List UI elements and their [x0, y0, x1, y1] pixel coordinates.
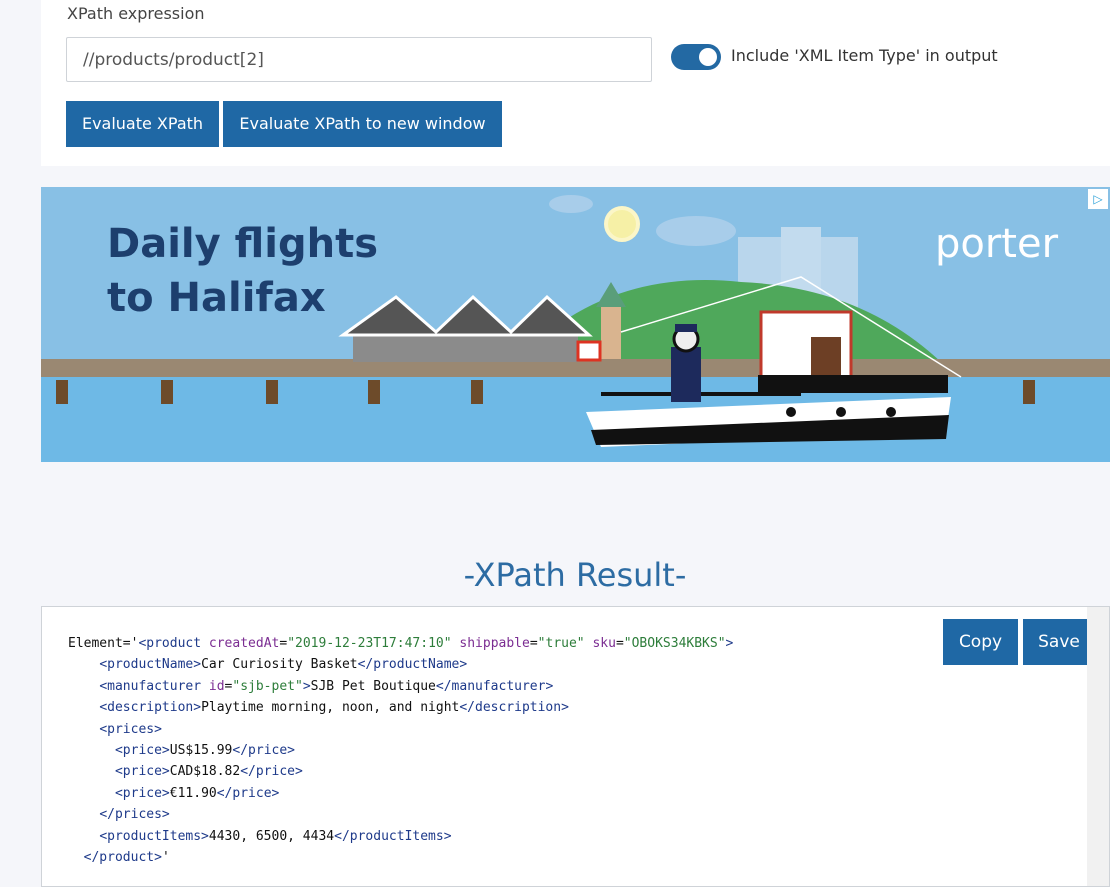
code-line: <price>€11.90</price> — [68, 783, 733, 804]
ad-headline-line1: Daily flights — [107, 221, 379, 267]
code-token: </productName> — [357, 657, 468, 673]
result-scrollbar[interactable] — [1087, 607, 1109, 886]
code-token: </product> — [83, 850, 162, 866]
code-token: €11.90 — [169, 785, 217, 801]
advertisement-banner[interactable]: ▷ Daily flights to Halifax porter — [41, 187, 1110, 462]
code-token: </description> — [459, 700, 569, 716]
evaluate-xpath-button[interactable]: Evaluate XPath — [66, 101, 219, 147]
toggle-knob — [699, 48, 717, 66]
include-item-type-toggle[interactable] — [671, 44, 721, 70]
ad-brand-logo: porter — [935, 221, 1059, 267]
code-token: </price> — [216, 785, 280, 801]
code-token: SJB Pet Boutique — [310, 678, 436, 694]
code-token: <productItems> — [99, 828, 209, 844]
include-item-type-label: Include 'XML Item Type' in output — [731, 46, 998, 65]
code-token: createdAt — [208, 636, 280, 651]
code-token: id — [208, 678, 225, 694]
code-token: "OBOKS34KBKS" — [623, 636, 726, 651]
code-line: <productName>Car Curiosity Basket</produ… — [68, 654, 733, 675]
xpath-form: XPath expression Include 'XML Item Type'… — [41, 0, 1110, 166]
code-token: "2019-12-23T17:47:10" — [287, 636, 452, 651]
code-token: <price> — [114, 785, 170, 801]
code-token: 4430, 6500, 4434 — [208, 828, 335, 844]
code-token: </price> — [240, 764, 303, 780]
code-line: <description>Playtime morning, noon, and… — [68, 697, 733, 718]
code-token: <manufacturer — [99, 678, 202, 694]
code-token: ' — [161, 850, 170, 866]
code-token: Playtime morning, noon, and night — [201, 700, 460, 716]
result-code-block: Element='<product createdAt="2019-12-23T… — [68, 633, 733, 868]
code-token: CAD$18.82 — [169, 764, 241, 780]
result-title: -XPath Result- — [463, 556, 687, 594]
code-line: <prices> — [68, 719, 733, 740]
code-token: > — [302, 678, 311, 694]
code-line: </prices> — [68, 804, 733, 825]
code-token: <product — [138, 636, 202, 651]
code-token: </price> — [232, 743, 296, 759]
code-token: Element=' — [68, 636, 139, 651]
code-line: Element='<product createdAt="2019-12-23T… — [68, 633, 733, 654]
code-token: </manufacturer> — [435, 678, 554, 694]
code-line: <price>US$15.99</price> — [68, 740, 733, 761]
ad-headline-line2: to Halifax — [107, 275, 326, 321]
save-button[interactable]: Save — [1023, 619, 1095, 665]
code-token: = — [615, 636, 624, 651]
result-output-panel[interactable]: Element='<product createdAt="2019-12-23T… — [41, 606, 1110, 887]
code-line: <productItems>4430, 6500, 4434</productI… — [68, 826, 733, 847]
code-token: shippable — [459, 636, 530, 651]
xpath-input[interactable] — [66, 37, 652, 82]
code-token: </productItems> — [334, 828, 452, 844]
code-token: sku — [592, 636, 616, 651]
code-line: <manufacturer id="sjb-pet">SJB Pet Bouti… — [68, 676, 733, 697]
code-token: > — [725, 636, 734, 651]
code-token: <price> — [114, 764, 170, 780]
evaluate-xpath-new-window-button[interactable]: Evaluate XPath to new window — [223, 101, 502, 147]
code-line: <price>CAD$18.82</price> — [68, 761, 733, 782]
copy-button[interactable]: Copy — [943, 619, 1018, 665]
code-token: US$15.99 — [169, 743, 233, 759]
code-token: Car Curiosity Basket — [201, 657, 358, 673]
code-token: = — [279, 636, 288, 651]
code-token: <productName> — [99, 657, 202, 673]
code-line: </product>' — [68, 847, 733, 868]
code-token: <description> — [99, 700, 202, 716]
code-token: <price> — [114, 743, 170, 759]
code-token: "sjb-pet" — [232, 678, 303, 694]
ad-headline: Daily flights to Halifax — [107, 217, 378, 325]
xpath-expression-label: XPath expression — [67, 4, 205, 23]
code-token: = — [529, 636, 538, 651]
code-token: "true" — [537, 636, 585, 651]
code-token: <prices> — [99, 721, 162, 737]
ad-choices-icon[interactable]: ▷ — [1088, 189, 1108, 209]
code-token: </prices> — [99, 807, 170, 823]
